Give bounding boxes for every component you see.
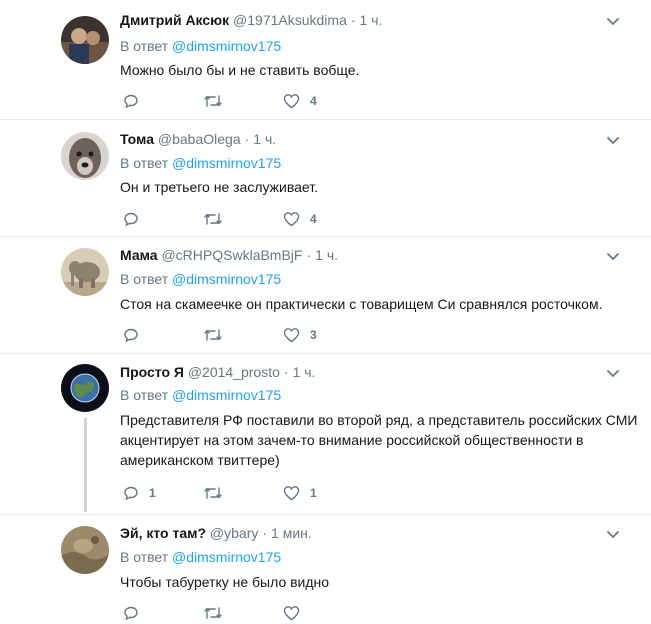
retweet-icon	[204, 329, 222, 341]
heart-icon	[283, 606, 300, 621]
reply-button[interactable]	[123, 92, 149, 110]
avatar[interactable]	[61, 364, 109, 412]
author-handle[interactable]: @ybary	[210, 525, 258, 541]
reply-count: 1	[149, 486, 156, 500]
chevron-down-icon[interactable]	[606, 369, 620, 379]
reply-button[interactable]	[123, 210, 149, 228]
retweet-icon	[204, 95, 222, 107]
retweet-button[interactable]	[203, 326, 223, 344]
reply-context: В ответ @dimsmirnov175	[120, 38, 281, 54]
reply-context: В ответ @dimsmirnov175	[120, 271, 281, 287]
avatar-image	[61, 16, 109, 64]
reply-icon	[124, 94, 138, 109]
author-handle[interactable]: @babaOlega	[158, 131, 241, 147]
heart-icon	[283, 94, 300, 109]
reply-button[interactable]	[123, 326, 149, 344]
author-name[interactable]: Эй, кто там?	[120, 525, 206, 541]
like-button[interactable]: 4	[283, 210, 317, 228]
author-handle[interactable]: @2014_prosto	[188, 364, 280, 380]
heart-icon	[283, 328, 300, 343]
avatar-image	[61, 132, 109, 180]
timestamp[interactable]: 1 мин.	[271, 525, 312, 541]
avatar[interactable]	[61, 132, 109, 180]
retweet-icon	[204, 607, 222, 619]
like-count: 4	[310, 212, 317, 226]
separator-dot: ·	[283, 364, 289, 380]
like-count: 1	[310, 486, 317, 500]
reply-prefix: В ответ	[120, 155, 169, 171]
reply-context: В ответ @dimsmirnov175	[120, 387, 281, 403]
like-button[interactable]: 3	[283, 326, 317, 344]
reply-to-user-link[interactable]: @dimsmirnov175	[172, 387, 281, 403]
like-count: 3	[310, 328, 317, 342]
reply-icon	[124, 212, 138, 227]
separator-dot: ·	[350, 12, 356, 28]
author-name[interactable]: Просто Я	[120, 364, 184, 380]
author-name[interactable]: Дмитрий Аксюк	[120, 12, 229, 28]
reply-icon	[124, 328, 138, 343]
author-name[interactable]: Мама	[120, 247, 158, 263]
reply-context: В ответ @dimsmirnov175	[120, 155, 281, 171]
tweet[interactable]: Эй, кто там? @ybary · 1 мин. В ответ @dims…	[0, 515, 651, 624]
retweet-button[interactable]	[203, 92, 223, 110]
author-handle[interactable]: @cRHPQSwklaBmBjF	[161, 247, 302, 263]
tweet-text: Представителя РФ поставили во второй ряд…	[120, 412, 638, 468]
separator-dot: ·	[306, 247, 312, 263]
thread-line	[84, 418, 87, 512]
reply-to-user-link[interactable]: @dimsmirnov175	[172, 549, 281, 565]
retweet-icon	[204, 213, 222, 225]
reply-prefix: В ответ	[120, 549, 169, 565]
heart-icon	[283, 486, 300, 501]
reply-prefix: В ответ	[120, 38, 169, 54]
timestamp[interactable]: 1 ч.	[253, 131, 276, 147]
timestamp[interactable]: 1 ч.	[293, 364, 316, 380]
retweet-button[interactable]	[203, 210, 223, 228]
reply-button[interactable]: 1	[123, 484, 156, 502]
tweet[interactable]: Мама @cRHPQSwklaBmBjF · 1 ч. В ответ @dims…	[0, 237, 651, 353]
avatar[interactable]	[61, 526, 109, 574]
avatar-image	[61, 364, 109, 412]
tweet-text: Стоя на скамеечке он практически с товар…	[120, 296, 603, 312]
avatar[interactable]	[61, 248, 109, 296]
chevron-down-icon[interactable]	[606, 17, 620, 27]
reply-context: В ответ @dimsmirnov175	[120, 549, 281, 565]
reply-icon	[124, 606, 138, 621]
avatar-image	[61, 248, 109, 296]
reply-to-user-link[interactable]: @dimsmirnov175	[172, 271, 281, 287]
chevron-down-icon[interactable]	[606, 252, 620, 262]
tweet-text: Он и третьего не заслуживает.	[120, 179, 318, 195]
chevron-down-icon[interactable]	[606, 136, 620, 146]
like-button[interactable]: 1	[283, 484, 317, 502]
retweet-button[interactable]	[203, 604, 223, 622]
author-handle[interactable]: @1971Aksukdima	[233, 12, 347, 28]
heart-icon	[283, 212, 300, 227]
reply-prefix: В ответ	[120, 387, 169, 403]
reply-button[interactable]	[123, 604, 149, 622]
avatar-image	[61, 526, 109, 574]
reply-icon	[124, 486, 138, 501]
like-count: 4	[310, 94, 317, 108]
like-button[interactable]: 4	[283, 92, 317, 110]
retweet-button[interactable]	[203, 484, 223, 502]
chevron-down-icon[interactable]	[606, 530, 620, 540]
separator-dot: ·	[244, 131, 250, 147]
like-button[interactable]	[283, 604, 310, 622]
avatar[interactable]	[61, 16, 109, 64]
timestamp[interactable]: 1 ч.	[360, 12, 383, 28]
retweet-icon	[204, 487, 222, 499]
reply-to-user-link[interactable]: @dimsmirnov175	[172, 38, 281, 54]
tweet[interactable]: Просто Я @2014_prosto · 1 ч. В ответ @dims…	[0, 354, 651, 514]
tweet-text: Можно было бы и не ставить вобще.	[120, 62, 360, 78]
reply-prefix: В ответ	[120, 271, 169, 287]
reply-to-user-link[interactable]: @dimsmirnov175	[172, 155, 281, 171]
tweet-text: Чтобы табуретку не было видно	[120, 574, 330, 590]
author-name[interactable]: Тома	[120, 131, 154, 147]
tweet[interactable]: Дмитрий Аксюк @1971Aksukdima · 1 ч. В отве…	[0, 0, 651, 119]
separator-dot: ·	[262, 525, 268, 541]
tweet[interactable]: Тома @babaOlega · 1 ч. В ответ @dimsmirnov…	[0, 120, 651, 236]
timestamp[interactable]: 1 ч.	[315, 247, 338, 263]
